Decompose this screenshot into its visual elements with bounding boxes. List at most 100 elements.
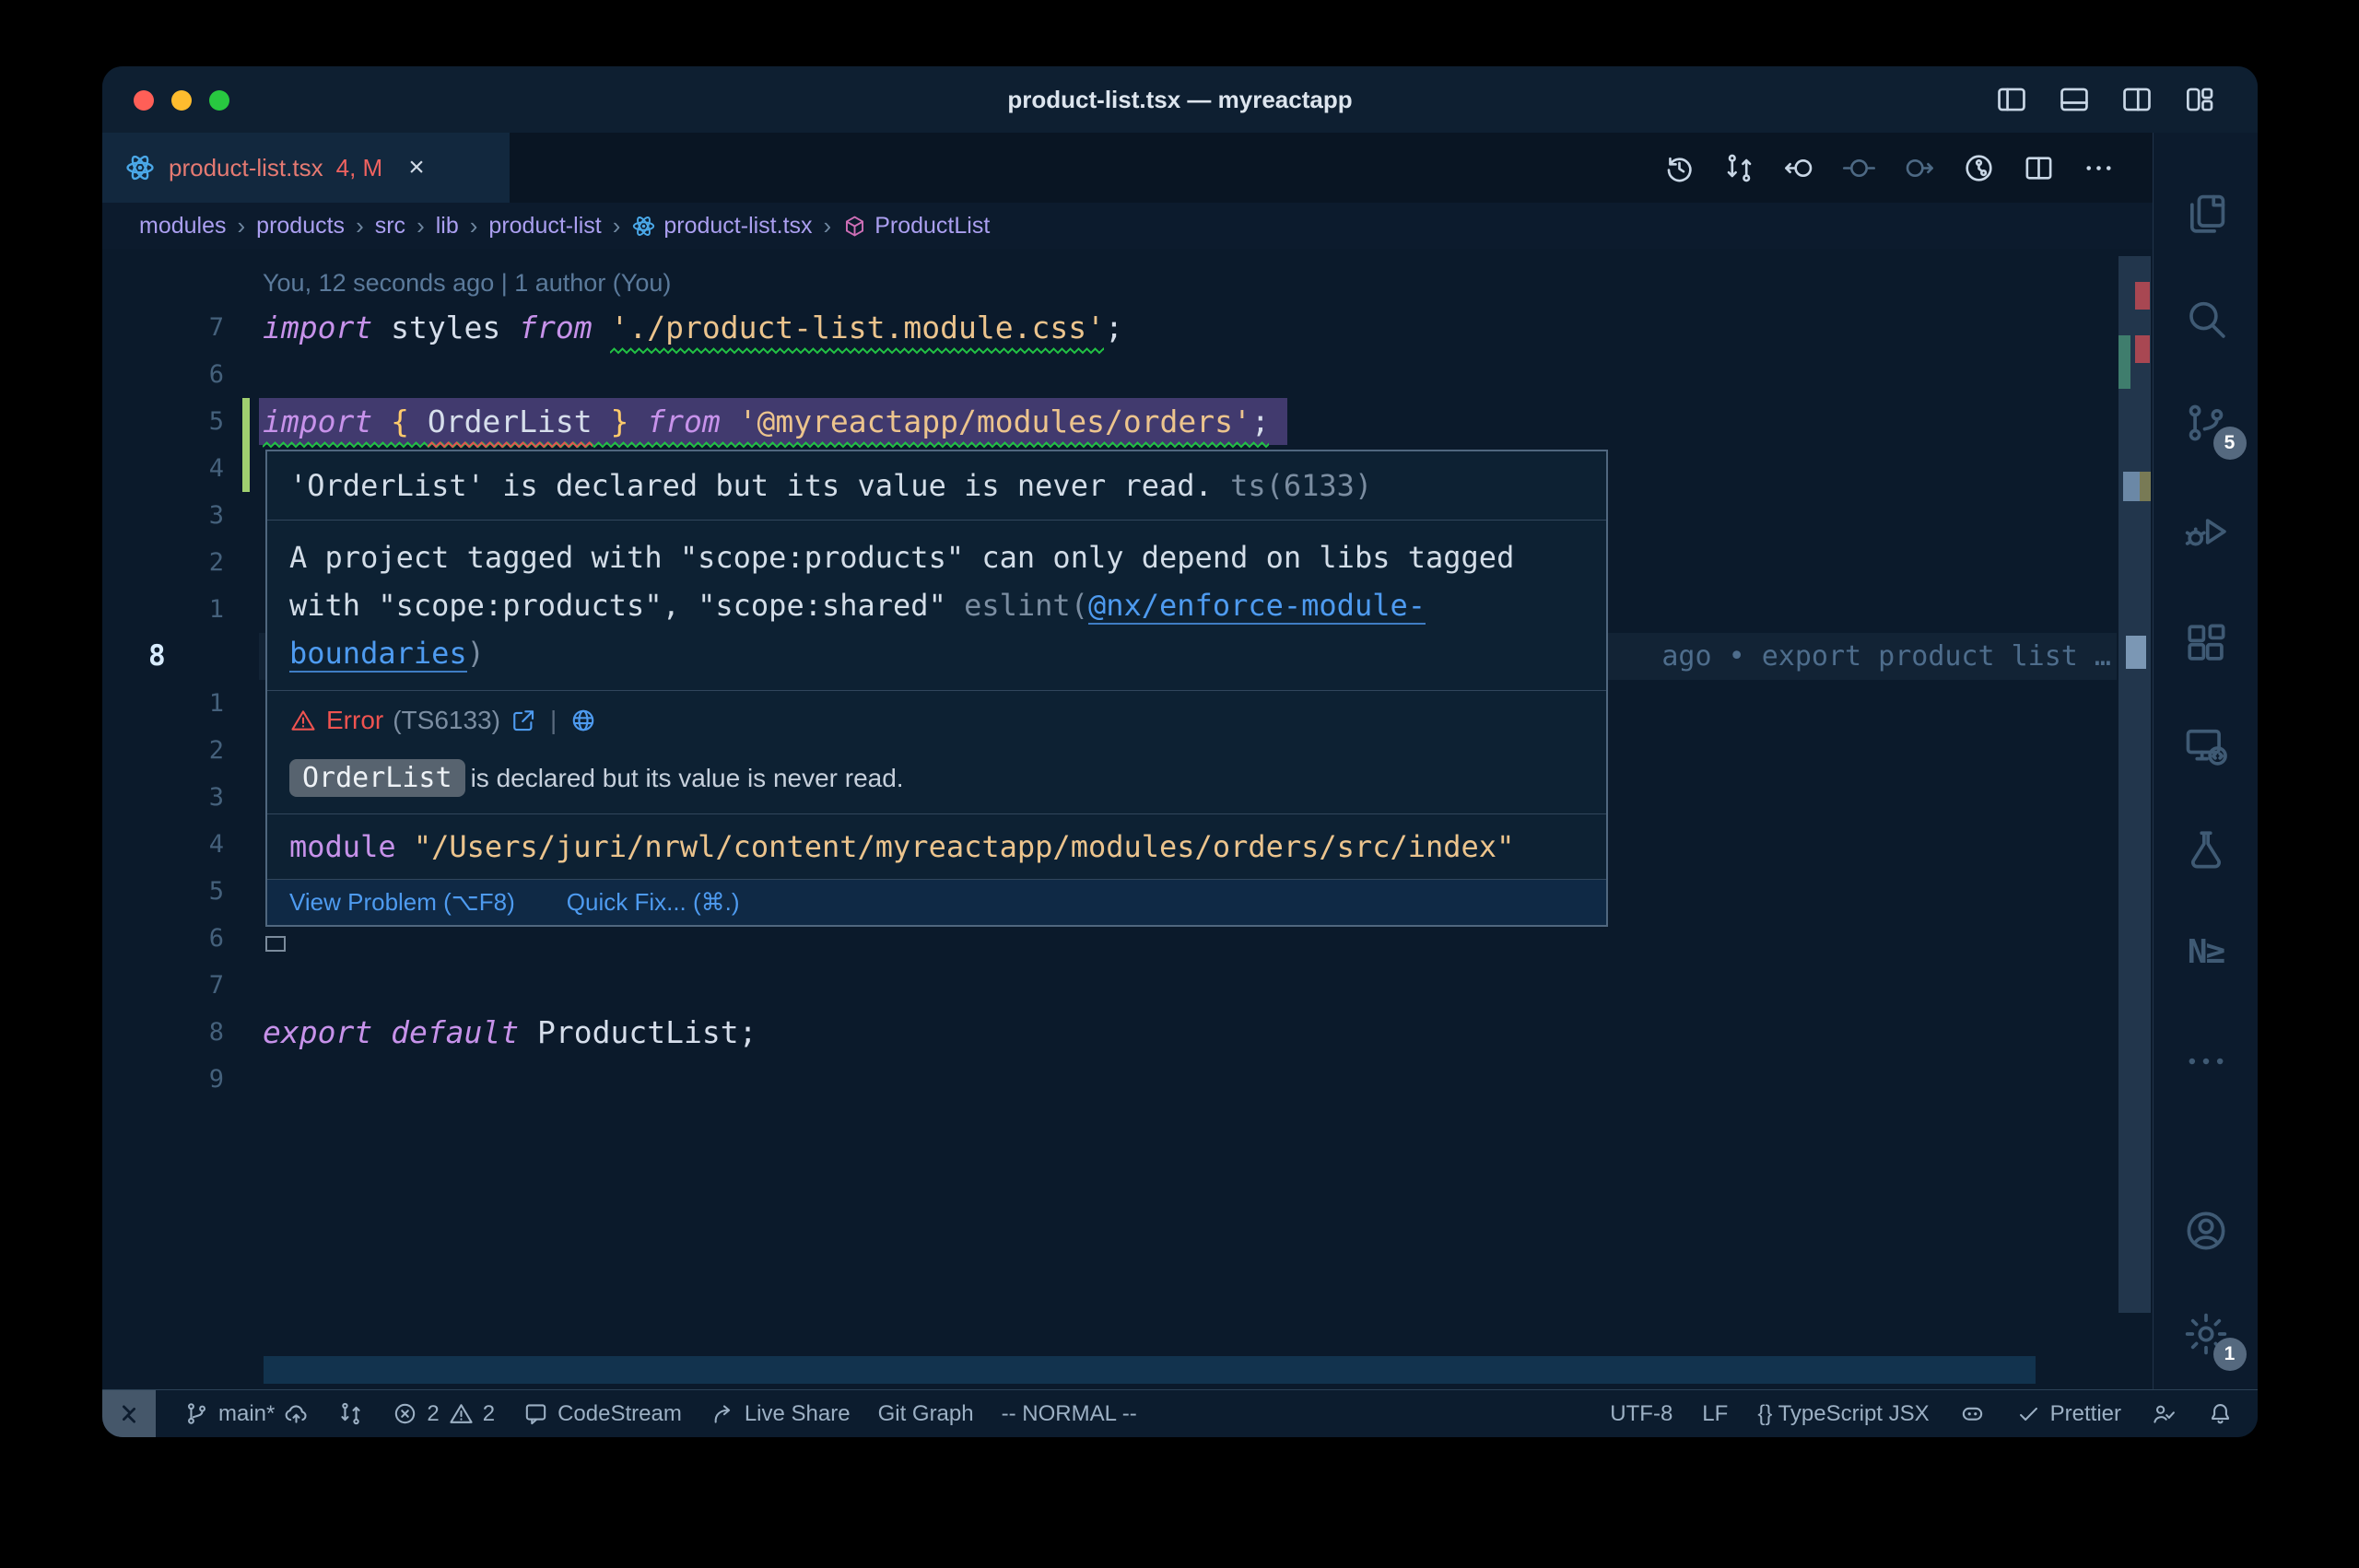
line-number: 6 — [139, 915, 224, 962]
breadcrumb-item-lib[interactable]: lib — [436, 213, 459, 240]
close-window-button[interactable] — [134, 90, 154, 111]
explorer-icon[interactable] — [2177, 184, 2236, 243]
overview-info-mark — [2123, 472, 2142, 501]
status-problems[interactable]: 22 — [392, 1400, 495, 1427]
goto-previous-change-icon[interactable] — [1782, 151, 1816, 185]
run-debug-icon[interactable] — [2177, 502, 2236, 561]
chevron-right-icon: › — [409, 212, 432, 240]
line-number: 3 — [139, 492, 224, 539]
breadcrumb-item-products[interactable]: products — [256, 213, 345, 240]
eslint-diagnostic-message: A project tagged with "scope:products" c… — [267, 520, 1606, 690]
testing-icon[interactable] — [2177, 820, 2236, 879]
tooltip-resize-handle[interactable] — [265, 936, 286, 952]
horizontal-scrollbar[interactable] — [264, 1356, 2036, 1384]
bell-icon — [2207, 1400, 2234, 1427]
compare-changes-icon — [337, 1400, 364, 1427]
error-label: Error — [326, 706, 383, 735]
line-number: 6 — [139, 351, 224, 398]
code-line[interactable]: export default ProductList; — [263, 1009, 757, 1056]
status-vim-mode[interactable]: -- NORMAL -- — [1002, 1401, 1137, 1427]
status-copilot[interactable] — [1959, 1400, 1986, 1427]
status-notifications[interactable] — [2207, 1400, 2234, 1427]
lint-squiggle — [263, 438, 1269, 446]
module-path-row: module "/Users/juri/nrwl/content/myreact… — [267, 813, 1606, 879]
error-squiggle — [428, 438, 593, 446]
layout-sidebar-right-icon[interactable] — [2119, 82, 2154, 117]
status-feedback[interactable] — [2151, 1400, 2177, 1427]
customize-layout-icon[interactable] — [2182, 82, 2217, 117]
live-share-icon — [710, 1400, 736, 1427]
quick-fix-action[interactable]: Quick Fix... (⌘.) — [567, 888, 740, 917]
globe-icon[interactable] — [569, 707, 597, 734]
chevron-right-icon: › — [230, 212, 253, 240]
line-number: 7 — [139, 304, 224, 351]
minimize-window-button[interactable] — [171, 90, 192, 111]
breadcrumb-item-src[interactable]: src — [375, 213, 405, 240]
chevron-right-icon: › — [463, 212, 486, 240]
account-icon[interactable] — [2177, 1201, 2236, 1260]
zoom-window-button[interactable] — [209, 90, 229, 111]
tab-problems-badge: 4, M — [336, 154, 383, 182]
symbol-chip: OrderList — [289, 759, 465, 797]
react-icon — [124, 152, 156, 183]
view-problem-action[interactable]: View Problem (⌥F8) — [289, 888, 515, 917]
settings-gear-icon[interactable]: 1 — [2177, 1305, 2236, 1363]
chevron-right-icon: › — [348, 212, 371, 240]
remote-explorer-icon[interactable] — [2177, 717, 2236, 776]
search-icon[interactable] — [2177, 290, 2236, 349]
previous-change-icon[interactable] — [1842, 151, 1876, 185]
hover-actions: View Problem (⌥F8) Quick Fix... (⌘.) — [267, 879, 1606, 925]
codestream-icon — [522, 1400, 549, 1427]
line-number: 4 — [139, 821, 224, 868]
timeline-history-icon[interactable] — [1662, 151, 1696, 185]
status-encoding[interactable]: UTF-8 — [1610, 1401, 1672, 1427]
badge: 5 — [2213, 427, 2247, 460]
code-editor[interactable]: You, 12 seconds ago | 1 author (You) 7im… — [102, 249, 2153, 1389]
overview-cursor-mark — [2126, 636, 2146, 669]
source-control-icon[interactable]: 5 — [2177, 393, 2236, 452]
close-tab-icon[interactable]: × — [408, 152, 425, 183]
status-git-graph[interactable]: Git Graph — [878, 1401, 974, 1427]
badge: 1 — [2213, 1338, 2247, 1371]
open-changes-icon[interactable] — [1962, 151, 1996, 185]
next-change-icon[interactable] — [1902, 151, 1936, 185]
status-language-mode[interactable]: {} TypeScript JSX — [1757, 1401, 1929, 1427]
layout-panel-icon[interactable] — [2057, 82, 2092, 117]
activity-bar: 5 N≥ 1 — [2153, 133, 2258, 1389]
nx-console-icon[interactable]: N≥ — [2177, 922, 2236, 981]
tab-product-list[interactable]: product-list.tsx 4, M × — [102, 133, 510, 203]
status-live-share[interactable]: Live Share — [710, 1400, 851, 1427]
feedback-icon — [2151, 1400, 2177, 1427]
cloud-upload-icon — [283, 1400, 310, 1427]
overview-error-mark — [2135, 335, 2150, 363]
more-actions-icon[interactable] — [2082, 151, 2116, 185]
error-code-row: Error (TS6133) | — [289, 706, 1584, 735]
breadcrumb-item-product-list-tsx[interactable]: product-list.tsx — [631, 213, 812, 240]
status-codestream[interactable]: CodeStream — [522, 1400, 682, 1427]
line-number: 2 — [139, 727, 224, 774]
breadcrumb-item-modules[interactable]: modules — [139, 213, 227, 240]
extensions-icon[interactable] — [2177, 614, 2236, 673]
split-editor-icon[interactable] — [2022, 151, 2056, 185]
compare-changes-icon[interactable] — [1722, 151, 1756, 185]
diagnostic-message: 'OrderList' is declared but its value is… — [267, 451, 1606, 520]
more-views-icon[interactable] — [2177, 1032, 2236, 1091]
status-eol[interactable]: LF — [1702, 1401, 1728, 1427]
copilot-icon — [1959, 1400, 1986, 1427]
gutter-change-indicator — [242, 398, 250, 445]
line-number: 8 — [139, 1009, 224, 1056]
status-remote-indicator[interactable] — [102, 1390, 156, 1438]
status-gitlens-compare[interactable] — [337, 1400, 364, 1427]
line-number: 5 — [139, 398, 224, 445]
breadcrumb-item-product-list[interactable]: product-list — [488, 213, 601, 240]
status-git-branch[interactable]: main* — [183, 1400, 310, 1427]
external-link-icon[interactable] — [510, 707, 537, 734]
line-number: 3 — [139, 774, 224, 821]
editor-scrollbar[interactable] — [2118, 256, 2151, 1313]
chevron-right-icon: › — [816, 212, 839, 240]
overview-info-mark — [2140, 472, 2151, 501]
layout-sidebar-left-icon[interactable] — [1994, 82, 2029, 117]
status-prettier[interactable]: Prettier — [2015, 1400, 2121, 1427]
lint-squiggle — [610, 344, 1104, 352]
breadcrumb-item-productlist[interactable]: ProductList — [842, 213, 990, 240]
